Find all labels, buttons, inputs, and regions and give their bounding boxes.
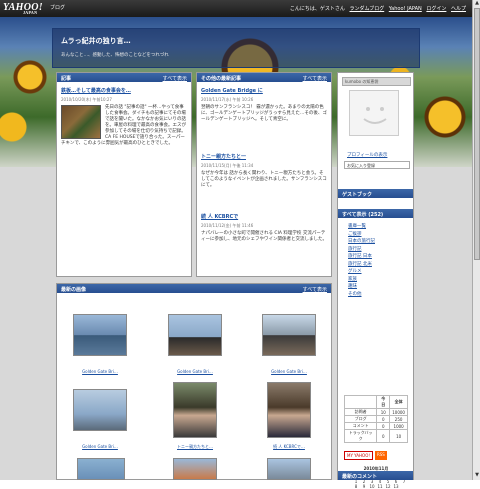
box-header: 最新の画像 すべて表示 [57, 284, 331, 293]
profile-name: kumobo の知恵袋 [342, 77, 411, 86]
thumb-bridge[interactable] [173, 458, 217, 480]
link-yahoo[interactable]: Yahoo! JAPAN [389, 6, 422, 12]
vertical-scrollbar[interactable]: ▲ ▼ [472, 0, 480, 480]
other-articles-box: その他の最新記事 すべて表示 Golden Gate Bridge に 2010/… [196, 72, 332, 277]
article: トニー親方たちと一 2010/11/15(月) 午後 11:34 なぜか今年は … [201, 153, 327, 189]
greeting: こんにちは、ゲストさん [289, 6, 345, 12]
comments-header[interactable]: 最新のコメント [338, 471, 413, 480]
blog-title[interactable]: ムラっ紀井の独り言… [61, 36, 131, 46]
sidebar: kumobo の知恵袋 プロフィールの表示 お気に入り登録 ゲストブック すべて… [337, 72, 414, 489]
article-title[interactable]: Golden Gate Bridge に [201, 87, 327, 94]
thumb-people[interactable] [267, 382, 311, 438]
thumb-bridge[interactable] [73, 314, 127, 356]
smiley-icon [363, 107, 387, 124]
category-item[interactable]: 家族 [348, 276, 375, 284]
thumb-group[interactable] [168, 314, 222, 356]
visitor-stats: 今日 全体 訪問者 10 10000 ブログ 0 250 コメント 0 1000 トラックバッ… [343, 395, 408, 443]
myyahoo-button[interactable]: MY YAHOO! [344, 451, 373, 460]
avatar[interactable] [349, 90, 399, 136]
more-link[interactable]: すべて表示 [303, 286, 327, 293]
box-header: その他の最新記事 すべて表示 [197, 73, 331, 82]
thumb-label[interactable]: Golden Gate Bri… [65, 444, 135, 449]
food-photo[interactable] [61, 105, 101, 139]
fav-select[interactable]: お気に入り登録 [344, 161, 410, 169]
scroll-up-icon[interactable]: ▲ [474, 0, 480, 7]
article-date: 2010/11/15(月) 午後 11:34 [201, 163, 254, 168]
calendar-dates[interactable]: 1 2 3 4 5 6 78 9 10 11 12 13 [344, 479, 408, 489]
thumb-sky[interactable] [77, 458, 125, 480]
rss-button[interactable]: RSS [374, 451, 387, 460]
article-date: 2010/11/17(水) 午前 10:26 [201, 97, 254, 102]
yahoo-logo[interactable]: YAHOO! JAPAN [3, 2, 43, 15]
image-gallery: 最新の画像 すべて表示 Golden Gate Bri… Golden Gate … [56, 283, 332, 480]
category-item[interactable]: 書庫一覧 [348, 223, 375, 231]
article-title[interactable]: 鉄板…そして最高の食事会を… [61, 87, 187, 94]
article-date: 2010/11/12(金) 午前 11:46 [201, 223, 254, 228]
category-item[interactable]: グルメ [348, 268, 375, 276]
category-header[interactable]: すべて表示 (252) [338, 209, 413, 218]
article-body: なぜか今年は 話から長く関わり、トニー親方たちと会う。そしてこのようなイベントが… [201, 171, 327, 188]
thumb-sky[interactable] [267, 458, 311, 480]
category-item[interactable]: その他 [348, 291, 375, 299]
article-body: ナパバレーの小さな町で開催される CIA 料理学校 交流パーティーに参加し、地元… [201, 231, 327, 242]
guestbook-header[interactable]: ゲストブック [338, 189, 413, 198]
thumb-group[interactable] [262, 314, 316, 356]
article: 鉄板…そして最高の食事会を… 2010/10/20(木) 午前10:27 先日の… [61, 87, 187, 147]
article: 続 人 KCBRCで 2010/11/12(金) 午前 11:46 ナパバレーの… [201, 213, 327, 243]
profile-link[interactable]: プロフィールの表示 [347, 152, 387, 158]
scroll-down-icon[interactable]: ▼ [474, 472, 480, 479]
category-item[interactable]: 旅行記 北米 [348, 261, 375, 269]
category-item[interactable]: 趣味 [348, 283, 375, 291]
category-item[interactable]: 旅行記 [348, 246, 375, 254]
more-link[interactable]: すべて表示 [303, 75, 327, 82]
more-link[interactable]: すべて表示 [163, 75, 187, 82]
link-help[interactable]: ヘルプ [451, 6, 466, 12]
browser-window: YAHOO! JAPAN ブログ こんにちは、ゲストさん ランダムブログ Yaho… [0, 0, 472, 489]
article-title[interactable]: 続 人 KCBRCで [201, 213, 327, 220]
thumb-label[interactable]: Golden Gate Bri… [160, 369, 230, 374]
article-title[interactable]: トニー親方たちと一 [201, 153, 327, 160]
category-item[interactable]: 日本の旅行記 [348, 238, 375, 246]
feed-buttons: MY YAHOO! RSS [344, 451, 408, 460]
thumb-label[interactable]: Golden Gate Bri… [254, 369, 324, 374]
scroll-thumb[interactable] [474, 8, 480, 260]
article-body: 翌朝のサンフランシスコ！ 霧が濃かった。あまりの太陽の色に、ゴールデンゲートブリ… [201, 105, 327, 122]
blog-header: ムラっ紀井の独り言… あんなこと…、感動した、怖想のことなどをつれづれ [52, 28, 420, 68]
thumb-label[interactable]: Golden Gate Bri… [65, 369, 135, 374]
recent-article-box: 記事 すべて表示 鉄板…そして最高の食事会を… 2010/10/20(木) 午前1… [56, 72, 192, 277]
blog-subtitle: あんなこと…、感動した、怖想のことなどをつれづれ [61, 53, 169, 58]
category-list: 書庫一覧 ご挨拶 日本の旅行記 旅行記 旅行記 日本 旅行記 北米 グルメ 家族… [348, 223, 375, 298]
blog-label: ブログ [50, 5, 66, 11]
link-login[interactable]: ログイン [426, 6, 446, 12]
thumb-couple[interactable] [173, 382, 217, 438]
article: Golden Gate Bridge に 2010/11/17(水) 午前 10… [201, 87, 327, 123]
category-item[interactable]: 旅行記 日本 [348, 253, 375, 261]
category-item[interactable]: ご挨拶 [348, 231, 375, 239]
yahoo-topbar: YAHOO! JAPAN ブログ こんにちは、ゲストさん ランダムブログ Yaho… [0, 0, 472, 17]
link-random-blog[interactable]: ランダムブログ [350, 6, 385, 12]
thumb-label[interactable]: トニー親方たちと… [160, 444, 230, 450]
box-header: 記事 すべて表示 [57, 73, 191, 82]
thumb-bird[interactable] [73, 389, 127, 431]
thumb-label[interactable]: 続 人 KCBRCで… [254, 444, 324, 450]
article-date: 2010/10/20(木) 午前10:27 [61, 97, 112, 102]
top-links: こんにちは、ゲストさん ランダムブログ Yahoo! JAPAN ログイン ヘル… [287, 5, 466, 12]
